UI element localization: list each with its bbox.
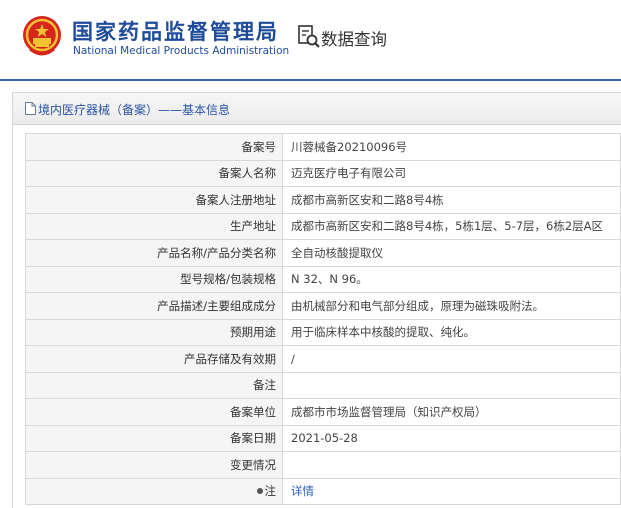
table-row: 变更情况 bbox=[25, 451, 621, 479]
search-document-icon bbox=[298, 25, 320, 48]
header-divider bbox=[0, 79, 621, 81]
table-row: 备案人注册地址 成都市高新区安和二路8号4栋 bbox=[25, 186, 621, 214]
note-label: 注 bbox=[256, 483, 277, 499]
row-label: 型号规格/包装规格 bbox=[25, 265, 283, 293]
row-label: 生产地址 bbox=[25, 212, 283, 240]
table-row: 型号规格/包装规格 N 32、N 96。 bbox=[25, 265, 621, 293]
row-value: N 32、N 96。 bbox=[282, 265, 621, 293]
table-row: 备案单位 成都市市场监督管理局（知识产权局） bbox=[25, 398, 621, 426]
row-value: 用于临床样本中核酸的提取、纯化。 bbox=[282, 318, 621, 346]
row-value: 成都市高新区安和二路8号4栋，5栋1层、5-7层，6栋2层A区 bbox=[282, 212, 621, 240]
note-value-cell: 详情 bbox=[282, 477, 621, 505]
table-row: 备案人名称 迈克医疗电子有限公司 bbox=[25, 159, 621, 187]
panel-title: 境内医疗器械（备案）——基本信息 bbox=[38, 103, 231, 117]
row-value: 2021-05-28 bbox=[282, 424, 621, 452]
record-panel: 境内医疗器械（备案）——基本信息 备案号 川蓉械备20210096号 备案人名称… bbox=[12, 92, 621, 508]
table-row: 备案日期 2021-05-28 bbox=[25, 424, 621, 452]
row-value: 成都市市场监督管理局（知识产权局） bbox=[282, 398, 621, 426]
org-name-cn: 国家药品监督管理局 bbox=[72, 20, 279, 44]
table-row: 预期用途 用于临床样本中核酸的提取、纯化。 bbox=[25, 318, 621, 346]
details-link[interactable]: 详情 bbox=[291, 484, 314, 498]
data-query-label: 数据查询 bbox=[321, 30, 387, 49]
table-row: 产品描述/主要组成成分 由机械部分和电气部分组成，原理为磁珠吸附法。 bbox=[25, 292, 621, 320]
row-label: 产品存储及有效期 bbox=[25, 345, 283, 373]
panel-header: 境内医疗器械（备案）——基本信息 bbox=[13, 93, 621, 125]
document-icon bbox=[25, 102, 36, 115]
org-name-en: National Medical Products Administration bbox=[73, 45, 290, 57]
row-value: 川蓉械备20210096号 bbox=[282, 133, 621, 161]
row-value bbox=[282, 371, 621, 399]
row-label: 备案单位 bbox=[25, 398, 283, 426]
site-header: 国家药品监督管理局 National Medical Products Admi… bbox=[0, 0, 621, 80]
table-row: 备注 bbox=[25, 371, 621, 399]
note-row: 注 详情 bbox=[25, 477, 621, 505]
note-label-text: 注 bbox=[264, 484, 277, 499]
table-row: 生产地址 成都市高新区安和二路8号4栋，5栋1层、5-7层，6栋2层A区 bbox=[25, 212, 621, 240]
row-label: 产品名称/产品分类名称 bbox=[25, 239, 283, 267]
row-value: 全自动核酸提取仪 bbox=[282, 239, 621, 267]
row-label: 备案人注册地址 bbox=[25, 186, 283, 214]
row-label: 备案人名称 bbox=[25, 159, 283, 187]
row-label: 预期用途 bbox=[25, 318, 283, 346]
national-emblem-icon bbox=[23, 16, 61, 56]
table-row: 产品存储及有效期 / bbox=[25, 345, 621, 373]
row-value bbox=[282, 451, 621, 479]
row-label: 备注 bbox=[25, 371, 283, 399]
row-value: / bbox=[282, 345, 621, 373]
table-row: 备案号 川蓉械备20210096号 bbox=[25, 133, 621, 161]
row-label: 备案日期 bbox=[25, 424, 283, 452]
row-value: 成都市高新区安和二路8号4栋 bbox=[282, 186, 621, 214]
note-label-cell: 注 bbox=[25, 477, 283, 505]
row-value: 由机械部分和电气部分组成，原理为磁珠吸附法。 bbox=[282, 292, 621, 320]
row-label: 备案号 bbox=[25, 133, 283, 161]
bullet-icon bbox=[256, 488, 263, 495]
row-label: 变更情况 bbox=[25, 451, 283, 479]
row-value: 迈克医疗电子有限公司 bbox=[282, 159, 621, 187]
record-table: 备案号 川蓉械备20210096号 备案人名称 迈克医疗电子有限公司 备案人注册… bbox=[25, 133, 621, 505]
table-row: 产品名称/产品分类名称 全自动核酸提取仪 bbox=[25, 239, 621, 267]
row-label: 产品描述/主要组成成分 bbox=[25, 292, 283, 320]
